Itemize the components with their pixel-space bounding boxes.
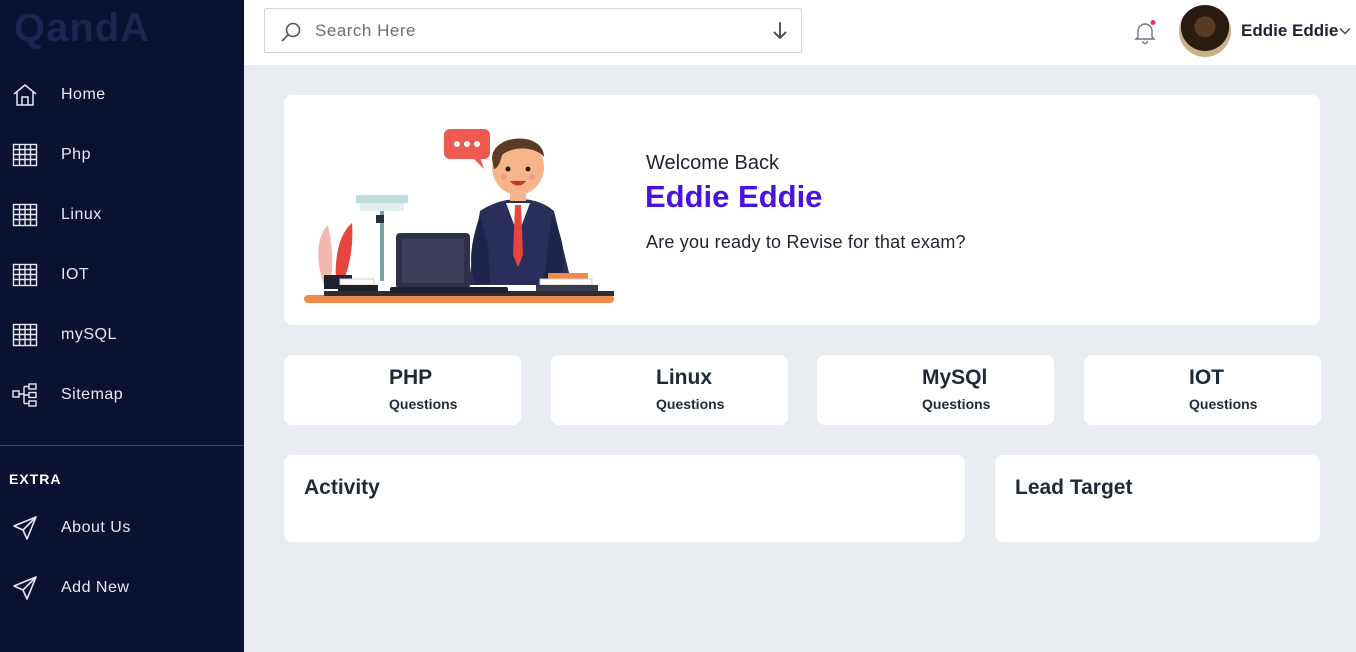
linux-questions-card[interactable]: Linux Questions: [551, 355, 788, 425]
sidebar-item-sitemap[interactable]: Sitemap: [0, 373, 244, 417]
search-icon[interactable]: [279, 20, 303, 44]
sidebar-divider: [0, 445, 244, 446]
sidebar-item-label: About Us: [61, 519, 131, 536]
sidebar-item-linux[interactable]: Linux: [0, 193, 244, 237]
search-box[interactable]: [264, 8, 802, 53]
avatar[interactable]: [1179, 5, 1231, 57]
welcome-user-name: Eddie Eddie: [645, 179, 823, 214]
activity-title: Activity: [304, 476, 380, 499]
sidebar-item-label: Sitemap: [61, 386, 124, 403]
home-icon: [13, 84, 37, 106]
iot-questions-card[interactable]: IOT Questions: [1084, 355, 1321, 425]
welcome-illustration: [304, 129, 614, 303]
card-subtitle: Questions: [922, 396, 991, 412]
table-icon: [12, 263, 38, 287]
sidebar-item-mysql[interactable]: mySQL: [0, 313, 244, 357]
card-title: Linux: [656, 366, 712, 389]
chevron-down-icon[interactable]: [1338, 24, 1352, 38]
sidebar-item-label: IOT: [61, 266, 90, 283]
sidebar-item-label: Linux: [61, 206, 102, 223]
card-title: PHP: [389, 366, 433, 389]
send-icon: [13, 576, 37, 600]
bell-icon[interactable]: [1132, 19, 1158, 45]
activity-panel: Activity: [284, 455, 965, 542]
download-arrow-icon[interactable]: [771, 21, 789, 41]
sidebar: QandA Home Php Linux IOT mySQL Sitemap E…: [0, 0, 244, 652]
card-subtitle: Questions: [389, 396, 458, 412]
php-questions-card[interactable]: PHP Questions: [284, 355, 521, 425]
search-input[interactable]: [315, 19, 755, 43]
card-subtitle: Questions: [656, 396, 725, 412]
user-name[interactable]: Eddie Eddie: [1241, 21, 1338, 41]
table-icon: [12, 203, 38, 227]
mysql-questions-card[interactable]: MySQl Questions: [817, 355, 1054, 425]
topbar: Eddie Eddie: [244, 0, 1356, 65]
card-title: MySQl: [922, 366, 988, 389]
sidebar-item-label: Php: [61, 146, 91, 163]
sidebar-item-php[interactable]: Php: [0, 133, 244, 177]
sidebar-item-iot[interactable]: IOT: [0, 253, 244, 297]
table-icon: [12, 143, 38, 167]
sidebar-item-add-new[interactable]: Add New: [0, 566, 244, 610]
send-icon: [13, 516, 37, 540]
sidebar-section-title: EXTRA: [9, 471, 62, 487]
sidebar-item-label: mySQL: [61, 326, 117, 343]
lead-target-title: Lead Target: [1015, 476, 1133, 499]
card-title: IOT: [1189, 366, 1224, 389]
welcome-card: Welcome Back Eddie Eddie Are you ready t…: [284, 95, 1320, 325]
sidebar-item-label: Home: [61, 86, 106, 103]
card-subtitle: Questions: [1189, 396, 1258, 412]
sidebar-item-label: Add New: [61, 579, 130, 596]
sitemap-icon: [12, 383, 37, 407]
sidebar-item-about-us[interactable]: About Us: [0, 506, 244, 550]
sidebar-item-home[interactable]: Home: [0, 73, 244, 117]
welcome-greeting: Welcome Back: [646, 152, 780, 174]
lead-target-panel: Lead Target: [995, 455, 1320, 542]
app-logo[interactable]: QandA: [14, 6, 150, 51]
welcome-subtitle: Are you ready to Revise for that exam?: [646, 232, 966, 252]
table-icon: [12, 323, 38, 347]
